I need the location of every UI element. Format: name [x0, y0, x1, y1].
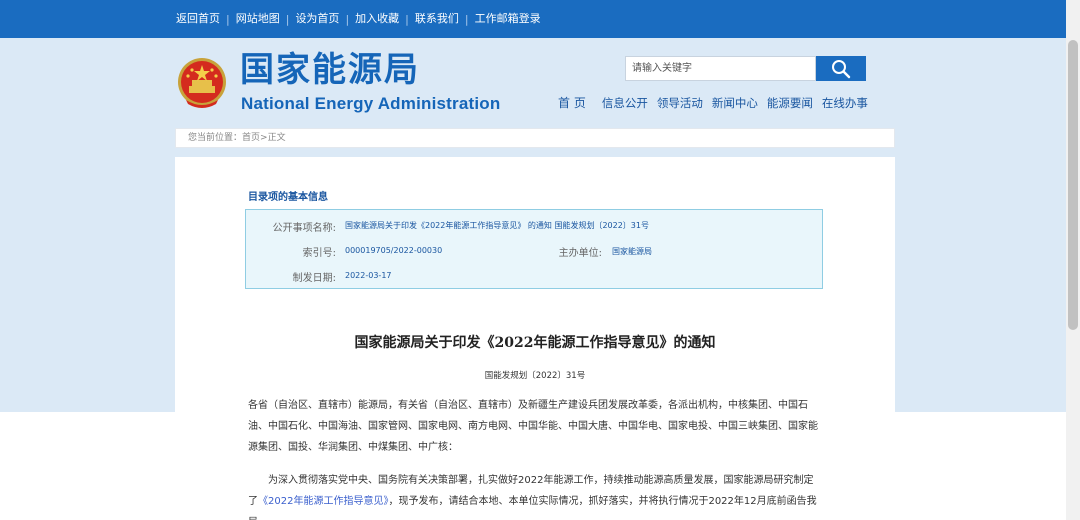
top-utility-bar: 返回首页 | 网站地图 | 设为首页 | 加入收藏 | 联系我们 | 工作邮箱登…	[0, 0, 1080, 38]
nav-item-news[interactable]: 新闻中心	[712, 94, 758, 112]
search-input[interactable]: 请输入关键字	[625, 56, 816, 81]
separator: |	[464, 12, 469, 26]
subject-value: 国家能源局关于印发《2022年能源工作指导意见》 的通知 国能发规划〔2022〕…	[345, 221, 649, 230]
link-contact[interactable]: 联系我们	[415, 0, 459, 38]
index-value: 000019705/2022-00030	[345, 246, 443, 255]
separator: |	[345, 12, 350, 26]
breadcrumb-prefix: 您当前位置：	[188, 133, 243, 143]
metadata-box: 公开事项名称: 国家能源局关于印发《2022年能源工作指导意见》 的通知 国能发…	[245, 209, 823, 289]
issue-date-label: 制发日期:	[292, 273, 336, 284]
organizer-value: 国家能源局	[612, 247, 652, 256]
separator: |	[226, 12, 230, 26]
scrollbar-thumb[interactable]	[1068, 40, 1078, 330]
separator: |	[285, 12, 290, 26]
main-navigation: 首 页 信息公开 领导活动 新闻中心 能源要闻 在线办事	[558, 94, 877, 112]
nav-item-online-services[interactable]: 在线办事	[822, 94, 868, 112]
guideline-link[interactable]: 《2022年能源工作指导意见》	[258, 496, 388, 507]
document-title: 国家能源局关于印发《2022年能源工作指导意见》的通知	[354, 335, 716, 351]
body-paragraph: 为深入贯彻落实党中央、国务院有关决策部署，扎实做好2022年能源工作，持续推动能…	[248, 470, 823, 520]
breadcrumb-item-current: 正文	[267, 133, 286, 143]
site-logo-chinese[interactable]: 国家能源局	[240, 50, 420, 90]
nav-item-public-info[interactable]: 信息公开	[602, 94, 648, 112]
search-button[interactable]	[816, 56, 866, 81]
index-label: 索引号:	[302, 248, 336, 259]
link-home[interactable]: 返回首页	[176, 0, 220, 38]
breadcrumb: 您当前位置： 首页 > 正文	[175, 128, 895, 148]
link-add-favorite[interactable]: 加入收藏	[355, 0, 399, 38]
nav-item-leadership[interactable]: 领导活动	[657, 94, 703, 112]
link-sitemap[interactable]: 网站地图	[236, 0, 280, 38]
issue-date-value: 2022-03-17	[345, 271, 392, 280]
top-utility-links: 返回首页 | 网站地图 | 设为首页 | 加入收藏 | 联系我们 | 工作邮箱登…	[176, 0, 541, 38]
recipients-paragraph: 各省（自治区、直辖市）能源局，有关省（自治区、直辖市）及新疆生产建设兵团发展改革…	[248, 400, 818, 453]
national-emblem-icon[interactable]	[176, 56, 228, 110]
separator: |	[405, 12, 409, 26]
organizer-label: 主办单位:	[558, 248, 602, 259]
document-number: 国能发规划〔2022〕31号	[484, 371, 586, 381]
nav-item-home[interactable]: 首 页	[558, 94, 586, 112]
metadata-heading: 目录项的基本信息	[248, 192, 328, 203]
link-work-email-login[interactable]: 工作邮箱登录	[475, 0, 541, 38]
article-content: 目录项的基本信息 公开事项名称: 国家能源局关于印发《2022年能源工作指导意见…	[175, 157, 895, 520]
link-set-homepage[interactable]: 设为首页	[295, 0, 339, 38]
search-icon	[832, 59, 851, 78]
breadcrumb-item-home[interactable]: 首页	[242, 129, 260, 147]
site-logo-english[interactable]: National Energy Administration	[241, 94, 500, 114]
breadcrumb-separator: >	[260, 133, 268, 143]
nav-item-energy-news[interactable]: 能源要闻	[767, 94, 813, 112]
subject-label: 公开事项名称:	[272, 223, 336, 234]
